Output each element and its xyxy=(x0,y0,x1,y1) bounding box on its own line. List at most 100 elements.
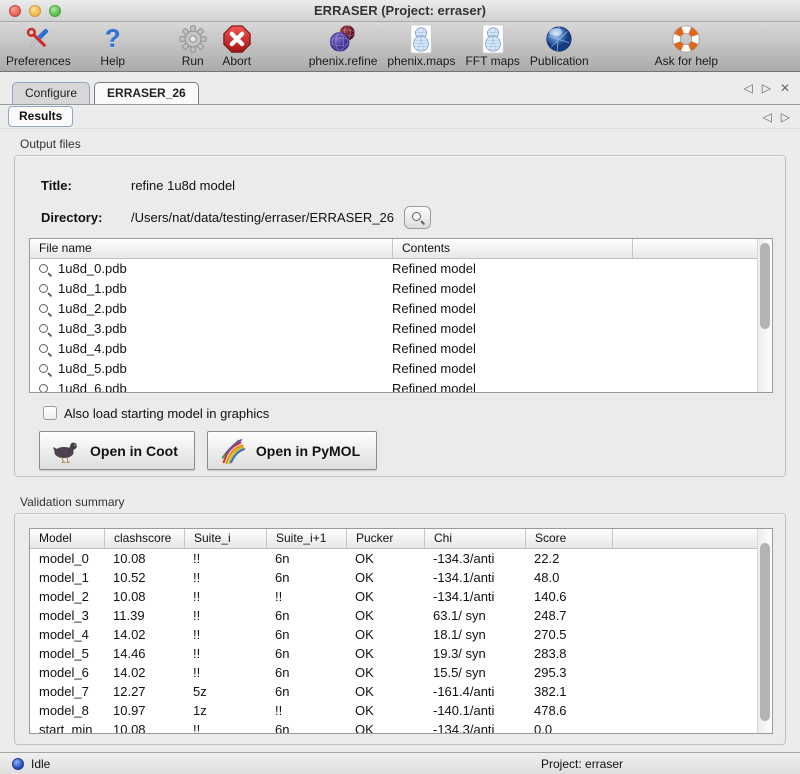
toolbar-item-label: Preferences xyxy=(6,55,71,68)
file-row[interactable]: 1u8d_0.pdbRefined model xyxy=(30,259,772,279)
validation-cell: model_2 xyxy=(30,587,104,606)
column-header-clashscore[interactable]: clashscore xyxy=(104,529,184,548)
column-header-file-name[interactable]: File name xyxy=(30,239,392,258)
pymol-ribbon-icon xyxy=(218,437,248,465)
validation-row[interactable]: model_712.275z6nOK-161.4/anti382.1 xyxy=(30,682,772,701)
file-table-scrollbar[interactable] xyxy=(757,239,772,392)
validation-row[interactable]: model_614.02!!6nOK15.5/ syn295.3 xyxy=(30,663,772,682)
file-contents: Refined model xyxy=(392,379,632,392)
file-name: 1u8d_6.pdb xyxy=(58,379,127,392)
validation-row[interactable]: model_110.52!!6nOK-134.1/anti48.0 xyxy=(30,568,772,587)
validation-cell: 63.1/ syn xyxy=(424,606,525,625)
publication-button[interactable]: Publication xyxy=(530,23,589,68)
magnifier-icon xyxy=(38,263,51,276)
directory-row: Directory: /Users/nat/data/testing/erras… xyxy=(41,206,771,228)
globe-icon xyxy=(543,23,575,55)
column-header-chi[interactable]: Chi xyxy=(424,529,525,548)
title-value: refine 1u8d model xyxy=(131,178,235,193)
validation-row[interactable]: model_010.08!!6nOK-134.3/anti22.2 xyxy=(30,549,772,568)
file-row[interactable]: 1u8d_2.pdbRefined model xyxy=(30,299,772,319)
open-in-coot-button[interactable]: Open in Coot xyxy=(39,431,195,470)
scrollbar-thumb[interactable] xyxy=(760,243,770,329)
status-indicator-icon xyxy=(12,758,24,770)
validation-cell: 478.6 xyxy=(525,701,612,720)
column-header-contents[interactable]: Contents xyxy=(392,239,632,258)
next-tab-icon[interactable]: ▷ xyxy=(762,81,771,95)
validation-cell: 6n xyxy=(266,549,346,568)
validation-cell: !! xyxy=(184,568,266,587)
magnifier-icon xyxy=(38,383,51,393)
ask-for-help-button[interactable]: Ask for help xyxy=(655,23,718,68)
browse-directory-button[interactable] xyxy=(404,206,431,229)
open-in-pymol-button[interactable]: Open in PyMOL xyxy=(207,431,377,470)
phenix-maps-button[interactable]: phenix.maps xyxy=(387,23,455,68)
column-header-model[interactable]: Model xyxy=(30,529,104,548)
load-starting-model-checkbox[interactable] xyxy=(43,406,57,420)
file-row[interactable]: 1u8d_4.pdbRefined model xyxy=(30,339,772,359)
validation-table: Model clashscore Suite_i Suite_i+1 Pucke… xyxy=(29,528,773,734)
file-row[interactable]: 1u8d_3.pdbRefined model xyxy=(30,319,772,339)
validation-row[interactable]: model_514.46!!6nOK19.3/ syn283.8 xyxy=(30,644,772,663)
magnifier-icon xyxy=(38,363,51,376)
validation-cell: 11.39 xyxy=(104,606,184,625)
abort-button[interactable]: Abort xyxy=(221,23,253,68)
validation-cell: 0.0 xyxy=(525,720,612,733)
help-button[interactable]: ? Help xyxy=(97,23,129,68)
close-window-button[interactable] xyxy=(9,5,21,17)
toolbar-item-label: FFT maps xyxy=(465,55,519,68)
validation-table-scrollbar[interactable] xyxy=(757,529,772,733)
tab-erraser-26[interactable]: ERRASER_26 xyxy=(94,82,199,104)
preferences-button[interactable]: Preferences xyxy=(6,23,71,68)
validation-row[interactable]: start_min10.08!!6nOK-134.3/anti0.0 xyxy=(30,720,772,733)
column-header-suite-i[interactable]: Suite_i xyxy=(184,529,266,548)
minimize-window-button[interactable] xyxy=(29,5,41,17)
phenix-refine-button[interactable]: phenix.refine xyxy=(309,23,378,68)
validation-cell: model_6 xyxy=(30,663,104,682)
column-header-score[interactable]: Score xyxy=(525,529,612,548)
toolbar-item-label: Run xyxy=(182,55,204,68)
file-row[interactable]: 1u8d_6.pdb Refined model xyxy=(30,379,772,392)
tools-icon xyxy=(22,23,54,55)
prev-tab-icon[interactable]: ◁ xyxy=(763,110,772,124)
validation-cell: 382.1 xyxy=(525,682,612,701)
fft-maps-button[interactable]: FFT maps xyxy=(465,23,519,68)
next-tab-icon[interactable]: ▷ xyxy=(781,110,790,124)
validation-cell: !! xyxy=(184,606,266,625)
open-in-coot-label: Open in Coot xyxy=(90,443,178,459)
validation-cell: 270.5 xyxy=(525,625,612,644)
tab-results[interactable]: Results xyxy=(8,106,73,127)
validation-cell: 14.02 xyxy=(104,625,184,644)
validation-cell: !! xyxy=(184,720,266,733)
prev-tab-icon[interactable]: ◁ xyxy=(743,81,752,95)
validation-cell: !! xyxy=(266,587,346,606)
validation-row[interactable]: model_311.39!!6nOK63.1/ syn248.7 xyxy=(30,606,772,625)
validation-cell: !! xyxy=(184,663,266,682)
validation-cell: 12.27 xyxy=(104,682,184,701)
close-tab-icon[interactable]: ✕ xyxy=(780,81,790,95)
traffic-lights xyxy=(9,5,61,17)
validation-row[interactable]: model_414.02!!6nOK18.1/ syn270.5 xyxy=(30,625,772,644)
validation-section-label: Validation summary xyxy=(20,495,786,509)
validation-cell: OK xyxy=(346,663,424,682)
validation-cell: 10.52 xyxy=(104,568,184,587)
tab-configure[interactable]: Configure xyxy=(12,82,90,104)
scrollbar-thumb[interactable] xyxy=(760,543,770,721)
zoom-window-button[interactable] xyxy=(49,5,61,17)
file-row[interactable]: 1u8d_1.pdbRefined model xyxy=(30,279,772,299)
file-table-header: File name Contents xyxy=(30,239,772,259)
validation-row[interactable]: model_810.971z!!OK-140.1/anti478.6 xyxy=(30,701,772,720)
validation-cell: 6n xyxy=(266,644,346,663)
file-row[interactable]: 1u8d_5.pdbRefined model xyxy=(30,359,772,379)
validation-cell: 14.02 xyxy=(104,663,184,682)
column-header-pucker[interactable]: Pucker xyxy=(346,529,424,548)
file-name: 1u8d_5.pdb xyxy=(58,359,127,379)
file-contents: Refined model xyxy=(392,279,632,299)
validation-groupbox: Model clashscore Suite_i Suite_i+1 Pucke… xyxy=(14,513,786,745)
run-button[interactable]: Run xyxy=(177,23,209,68)
open-in-pymol-label: Open in PyMOL xyxy=(256,443,360,459)
output-files-section-label: Output files xyxy=(20,137,786,151)
column-header-suite-i1[interactable]: Suite_i+1 xyxy=(266,529,346,548)
density-map-icon xyxy=(477,23,509,55)
validation-row[interactable]: model_210.08!!!!OK-134.1/anti140.6 xyxy=(30,587,772,606)
file-table: File name Contents 1u8d_0.pdbRefined mod… xyxy=(29,238,773,393)
